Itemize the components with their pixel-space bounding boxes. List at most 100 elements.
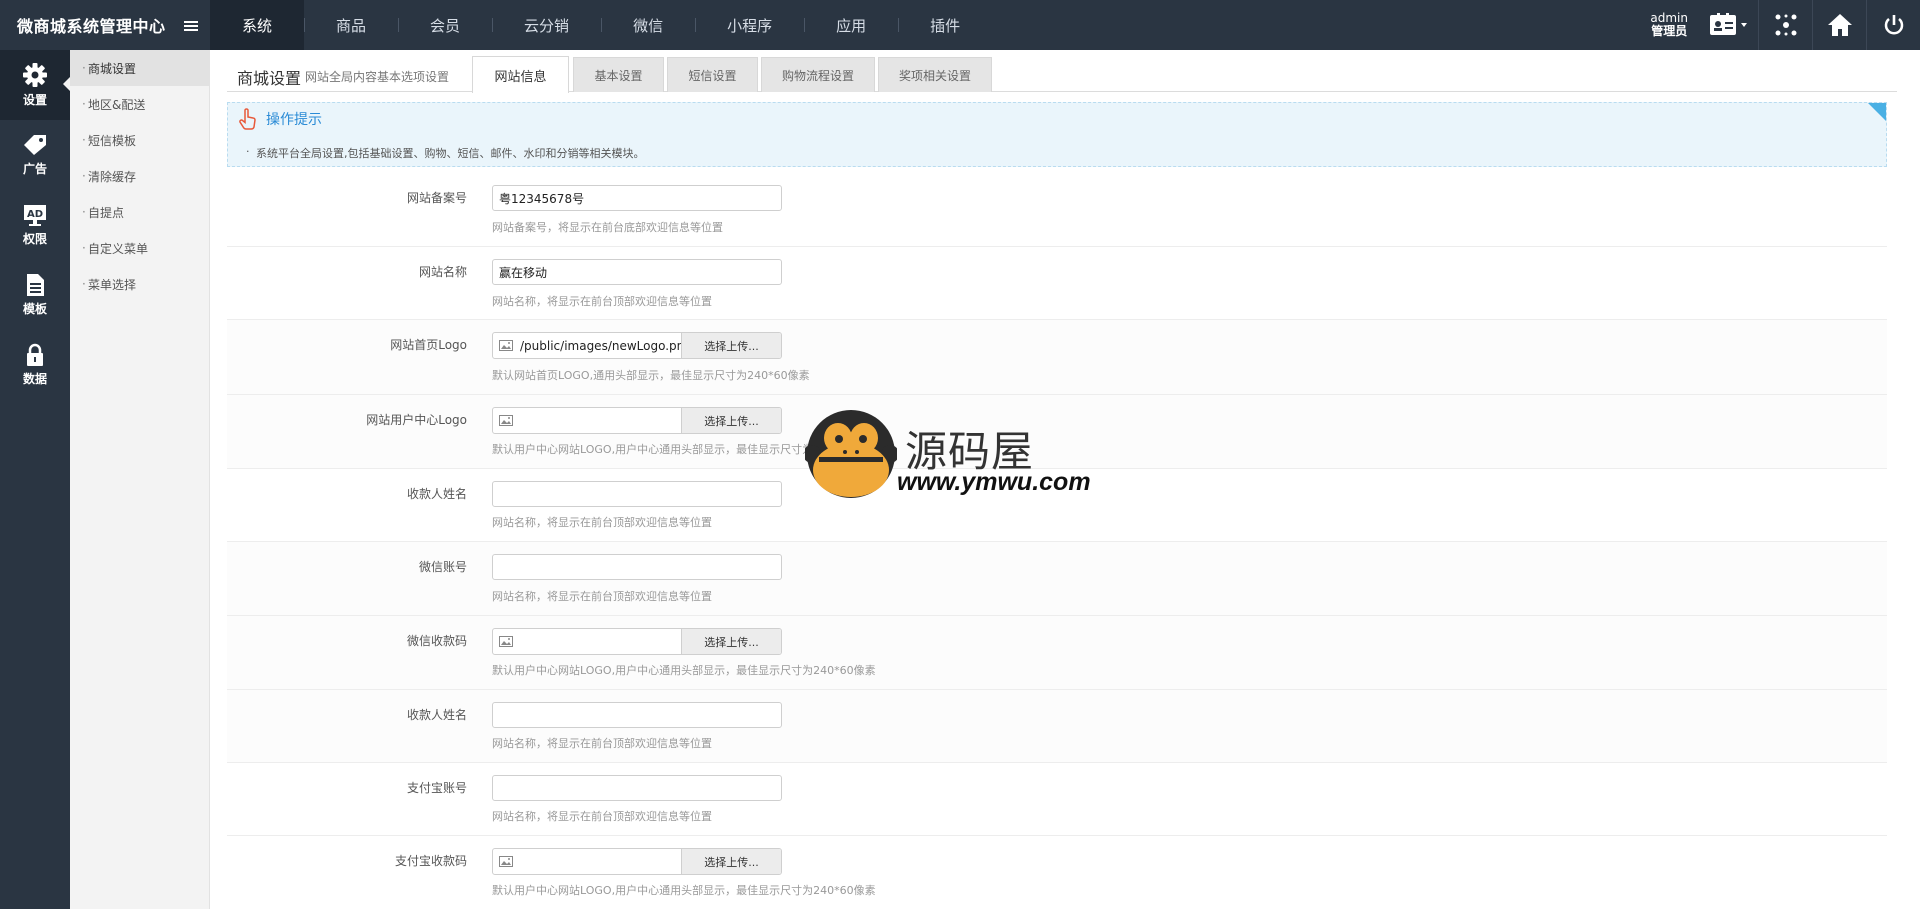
profile-card-button[interactable] <box>1700 0 1758 50</box>
top-nav: 系统 商品 会员 云分销 微信 小程序 应用 插件 <box>210 0 992 50</box>
field-label: 网站名称 <box>418 265 467 279</box>
form-row-alipay-account: 支付宝账号 网站名称，将显示在前台顶部欢迎信息等位置 <box>227 763 1887 836</box>
upload-path[interactable]: /public/images/newLogo.png <box>493 333 681 358</box>
user-info[interactable]: admin 管理员 <box>1650 12 1688 38</box>
main-content: 商城设置 网站全局内容基本选项设置 网站信息 基本设置 短信设置 购物流程设置 … <box>210 50 1920 909</box>
menu-toggle-icon[interactable] <box>184 21 198 33</box>
id-card-icon <box>1710 13 1747 35</box>
field-label: 支付宝账号 <box>406 781 467 795</box>
field-hint: 默认网站首页LOGO,通用头部显示，最佳显示尺寸为240*60像素 <box>492 369 810 382</box>
leftbar-label: 权限 <box>22 232 47 246</box>
subbar-item-clear-cache[interactable]: 清除缓存 <box>70 158 209 194</box>
tips-collapse-corner[interactable] <box>1868 103 1886 121</box>
svg-text:AD: AD <box>27 209 43 220</box>
upload-button[interactable]: 选择上传... <box>681 408 781 433</box>
topnav-item-goods[interactable]: 商品 <box>304 0 398 50</box>
network-icon <box>1775 14 1796 36</box>
tips-title: 操作提示 <box>266 112 322 128</box>
brand: 微商城系统管理中心 <box>0 0 210 50</box>
leftbar-item-permissions[interactable]: AD 权限 <box>0 190 70 260</box>
wechat-qrcode-upload: 选择上传... <box>492 628 782 655</box>
form-row-icp: 网站备案号 粤12345678号 网站备案号，将显示在前台底部欢迎信息等位置 <box>227 173 1887 247</box>
payee-name-input-2[interactable] <box>492 702 782 728</box>
form-row-wechat-account: 微信账号 网站名称，将显示在前台顶部欢迎信息等位置 <box>227 542 1887 616</box>
subbar-item-menu-select[interactable]: 菜单选择 <box>70 266 209 302</box>
leftbar-item-templates[interactable]: 模板 <box>0 260 70 330</box>
field-hint: 网站名称，将显示在前台顶部欢迎信息等位置 <box>492 590 712 603</box>
form-row-payee-name: 收款人姓名 网站名称，将显示在前台顶部欢迎信息等位置 <box>227 469 1887 542</box>
home-icon <box>1827 14 1852 36</box>
leftbar-item-ads[interactable]: 广告 <box>0 120 70 190</box>
field-label: 网站用户中心Logo <box>366 413 467 427</box>
upload-path[interactable] <box>493 408 681 433</box>
user-role: 管理员 <box>1651 24 1688 38</box>
field-label: 微信收款码 <box>406 634 467 648</box>
upload-path[interactable] <box>493 629 681 654</box>
form-row-alipay-qrcode: 支付宝收款码 选择上传... 默认用户中心网站LOGO,用户中心通用头部显示，最… <box>227 836 1887 909</box>
lock-icon <box>27 343 43 366</box>
subbar-item-pickup-point[interactable]: 自提点 <box>70 194 209 230</box>
field-hint: 网站名称，将显示在前台顶部欢迎信息等位置 <box>492 516 712 529</box>
upload-path[interactable] <box>493 849 681 874</box>
field-hint: 网站名称，将显示在前台顶部欢迎信息等位置 <box>492 810 712 823</box>
topnav-item-system[interactable]: 系统 <box>210 0 305 50</box>
brand-title: 微商城系统管理中心 <box>17 17 166 36</box>
sub-sidebar: 商城设置 地区&配送 短信模板 清除缓存 自提点 自定义菜单 菜单选择 <box>70 50 210 909</box>
tips-header: 操作提示 <box>238 108 322 130</box>
field-hint: 网站备案号，将显示在前台底部欢迎信息等位置 <box>492 221 723 234</box>
leftbar-item-settings[interactable]: 设置 <box>0 50 70 120</box>
subbar-item-custom-menu[interactable]: 自定义菜单 <box>70 230 209 266</box>
payee-name-input[interactable] <box>492 481 782 507</box>
tab-site-info[interactable]: 网站信息 <box>472 56 569 93</box>
icp-number-input[interactable]: 粤12345678号 <box>492 185 782 211</box>
form-row-wechat-qrcode: 微信收款码 选择上传... 默认用户中心网站LOGO,用户中心通用头部显示，最佳… <box>227 616 1887 690</box>
tab-basic-settings[interactable]: 基本设置 <box>573 57 664 92</box>
image-icon <box>499 856 513 867</box>
upload-button[interactable]: 选择上传... <box>681 849 781 874</box>
topnav-item-wechat[interactable]: 微信 <box>601 0 695 50</box>
subbar-item-sms-template[interactable]: 短信模板 <box>70 122 209 158</box>
field-label: 支付宝收款码 <box>394 854 467 868</box>
subbar-item-region-delivery[interactable]: 地区&配送 <box>70 86 209 122</box>
alipay-account-input[interactable] <box>492 775 782 801</box>
home-button[interactable] <box>1812 0 1866 50</box>
leftbar-label: 广告 <box>22 162 47 176</box>
topnav-item-distribution[interactable]: 云分销 <box>492 0 601 50</box>
upload-button[interactable]: 选择上传... <box>681 629 781 654</box>
subbar-item-mall-settings[interactable]: 商城设置 <box>70 50 209 86</box>
topnav-item-plugins[interactable]: 插件 <box>898 0 992 50</box>
field-label: 收款人姓名 <box>406 487 467 501</box>
image-icon <box>499 636 513 647</box>
form-row-site-name: 网站名称 赢在移动 网站名称，将显示在前台顶部欢迎信息等位置 <box>227 247 1887 320</box>
tab-sms-settings[interactable]: 短信设置 <box>667 57 758 92</box>
site-name-input[interactable]: 赢在移动 <box>492 259 782 285</box>
page-subtitle: 网站全局内容基本选项设置 <box>305 70 450 84</box>
network-button[interactable] <box>1758 0 1812 50</box>
field-hint: 默认用户中心网站LOGO,用户中心通用头部显示，最佳显示尺寸为240*60像素 <box>492 884 876 897</box>
gear-icon <box>23 63 47 87</box>
pointer-hand-icon <box>239 108 256 130</box>
field-label: 微信账号 <box>418 560 467 574</box>
field-hint: 默认用户中心网站LOGO,用户中心通用头部显示，最佳显示尺寸为240*60像素 <box>492 443 876 456</box>
upload-button[interactable]: 选择上传... <box>681 333 781 358</box>
tips-text: 系统平台全局设置,包括基础设置、购物、短信、邮件、水印和分销等相关模块。 <box>246 145 644 161</box>
topnav-item-members[interactable]: 会员 <box>398 0 492 50</box>
left-icon-bar: 设置 广告 AD 权限 模板 数据 <box>0 50 70 909</box>
leftbar-item-data[interactable]: 数据 <box>0 330 70 400</box>
ad-icon: AD <box>24 205 46 226</box>
tips-panel: 操作提示 系统平台全局设置,包括基础设置、购物、短信、邮件、水印和分销等相关模块… <box>227 102 1887 167</box>
tab-shopping-flow[interactable]: 购物流程设置 <box>761 57 875 92</box>
top-bar: 微商城系统管理中心 系统 商品 会员 云分销 微信 小程序 应用 插件 admi… <box>0 0 1920 50</box>
tab-award-settings[interactable]: 奖项相关设置 <box>878 57 992 92</box>
leftbar-label: 模板 <box>22 302 47 316</box>
leftbar-label: 设置 <box>22 93 47 107</box>
topnav-item-miniapp[interactable]: 小程序 <box>695 0 804 50</box>
logout-button[interactable] <box>1866 0 1920 50</box>
upload-path-text: /public/images/newLogo.png <box>520 338 681 353</box>
topnav-item-apps[interactable]: 应用 <box>804 0 898 50</box>
field-hint: 网站名称，将显示在前台顶部欢迎信息等位置 <box>492 295 712 308</box>
form-row-home-logo: 网站首页Logo /public/images/newLogo.png 选择上传… <box>227 320 1887 395</box>
wechat-account-input[interactable] <box>492 554 782 580</box>
home-logo-upload: /public/images/newLogo.png 选择上传... <box>492 332 782 359</box>
settings-form: 网站备案号 粤12345678号 网站备案号，将显示在前台底部欢迎信息等位置 网… <box>227 173 1887 909</box>
